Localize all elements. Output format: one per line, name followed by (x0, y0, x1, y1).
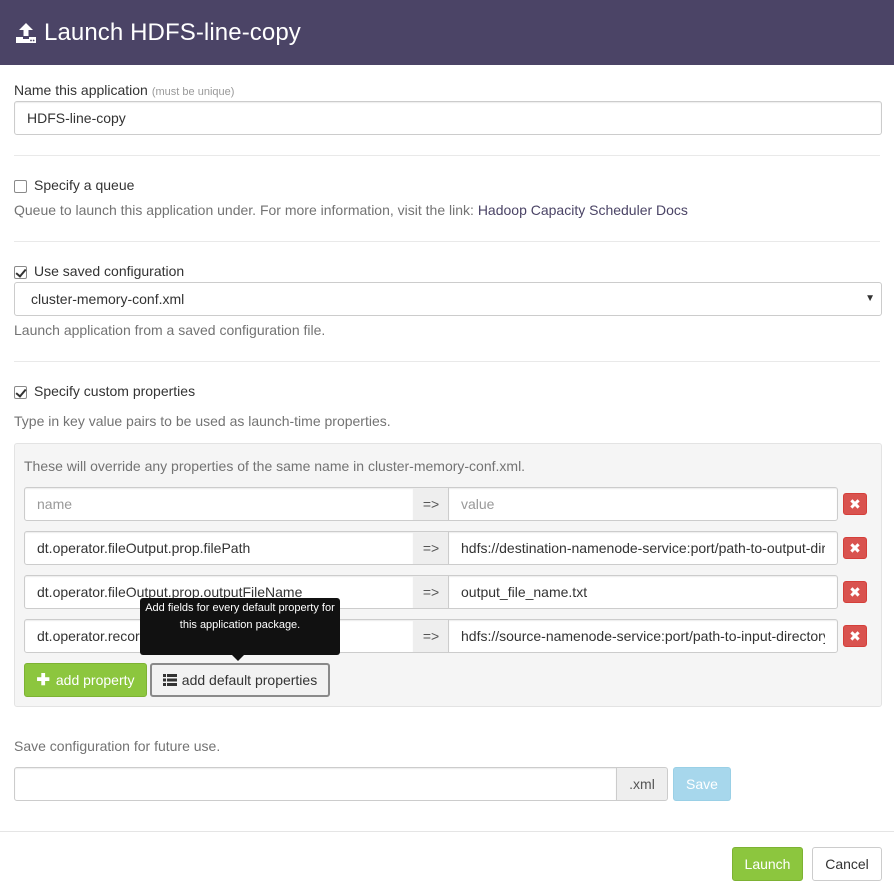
plus-icon: ✚ (36, 672, 50, 689)
add-default-properties-button[interactable]: add default properties (150, 663, 330, 697)
custom-props-label: Specify custom properties (34, 383, 196, 399)
property-value-input[interactable] (448, 619, 838, 653)
modal-title: Launch HDFS-line-copy (44, 18, 301, 46)
save-config-label: Save configuration for future use. (14, 738, 221, 754)
remove-property-button[interactable]: ✖ (843, 625, 867, 647)
saved-config-select[interactable]: cluster-memory-conf.xml ▼ (14, 282, 882, 316)
arrow-separator: => (413, 531, 449, 565)
arrow-separator: => (413, 619, 449, 653)
override-note: These will override any properties of th… (24, 458, 526, 474)
add-property-label: add property (55, 672, 135, 688)
specify-queue-label: Specify a queue (34, 177, 135, 193)
use-saved-config-label: Use saved configuration (34, 263, 185, 279)
divider (14, 361, 880, 362)
property-value-input[interactable] (448, 487, 838, 521)
modal-header: Launch HDFS-line-copy (0, 0, 894, 65)
queue-help-text: Queue to launch this application under. … (14, 202, 688, 218)
arrow-separator: => (413, 575, 449, 609)
use-saved-config-checkbox[interactable] (14, 266, 27, 279)
remove-property-button[interactable]: ✖ (843, 581, 867, 603)
upload-icon (16, 22, 36, 43)
launch-button[interactable]: Launch (732, 847, 803, 881)
divider (14, 155, 880, 156)
add-default-tooltip: Add fields for every default property fo… (140, 598, 340, 661)
capacity-scheduler-docs-link[interactable]: Hadoop Capacity Scheduler Docs (478, 202, 688, 218)
divider (14, 241, 880, 242)
remove-property-button[interactable]: ✖ (843, 537, 867, 559)
close-icon: ✖ (849, 540, 861, 556)
saved-config-selected: cluster-memory-conf.xml (31, 291, 185, 307)
footer-divider (0, 831, 894, 832)
cancel-button[interactable]: Cancel (812, 847, 882, 881)
saved-config-help: Launch application from a saved configur… (14, 322, 326, 338)
custom-props-help: Type in key value pairs to be used as la… (14, 413, 391, 429)
property-name-input[interactable] (24, 531, 414, 565)
close-icon: ✖ (849, 584, 861, 600)
close-icon: ✖ (849, 628, 861, 644)
save-config-button[interactable]: Save (673, 767, 731, 801)
app-name-input[interactable] (14, 101, 882, 135)
add-default-label: add default properties (181, 672, 318, 688)
xml-extension-addon: .xml (616, 767, 668, 801)
property-name-input[interactable] (24, 487, 414, 521)
name-hint: (must be unique) (151, 86, 235, 98)
remove-property-button[interactable]: ✖ (843, 493, 867, 515)
specify-queue-checkbox[interactable] (14, 180, 27, 193)
add-property-button[interactable]: ✚ add property (24, 663, 147, 697)
arrow-separator: => (413, 487, 449, 521)
property-value-input[interactable] (448, 575, 838, 609)
queue-help: Queue to launch this application under. … (14, 202, 474, 218)
list-icon (162, 674, 177, 686)
close-icon: ✖ (849, 496, 861, 512)
property-value-input[interactable] (448, 531, 838, 565)
caret-down-icon: ▼ (865, 293, 875, 304)
save-config-name-input[interactable] (14, 767, 617, 801)
name-label-text: Name this application (14, 82, 148, 98)
name-label: Name this application (must be unique) (14, 82, 234, 98)
custom-props-checkbox[interactable] (14, 386, 27, 399)
